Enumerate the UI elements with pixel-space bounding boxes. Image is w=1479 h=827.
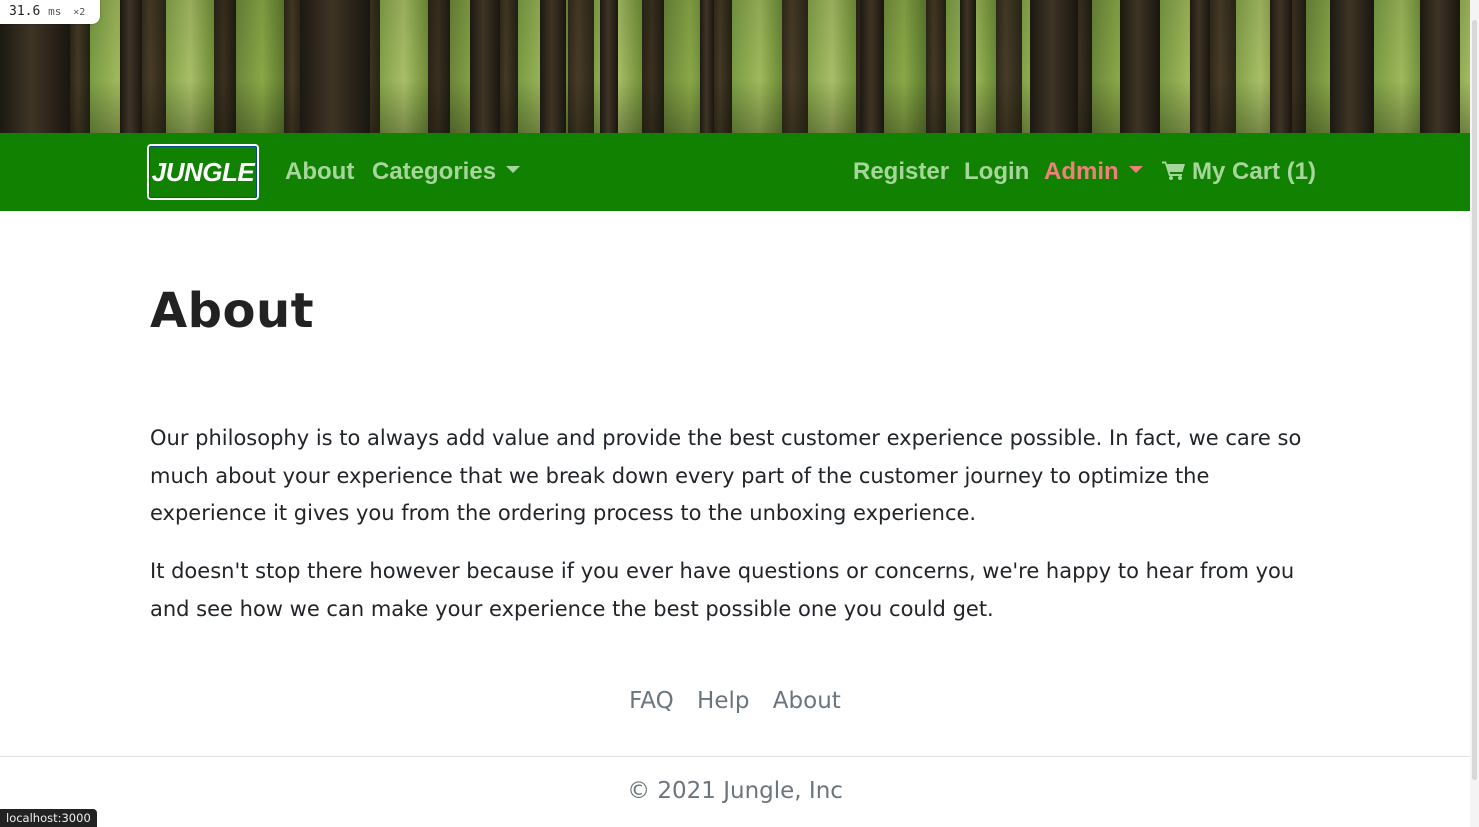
about-paragraph-1: Our philosophy is to always add value an… — [150, 426, 1302, 525]
status-bar-url: localhost:3000 — [0, 809, 97, 827]
nav-admin-dropdown[interactable]: Admin — [1044, 155, 1143, 189]
forest-banner-image — [0, 0, 1470, 133]
nav-categories-dropdown[interactable]: Categories — [372, 155, 521, 189]
nav-cart-label: My Cart (1) — [1192, 158, 1317, 185]
page: 31.6 ms ×2 JUNGLE About Categories Regis… — [0, 0, 1479, 827]
scrollbar-thumb[interactable] — [1472, 20, 1477, 780]
perf-value: 31.6 — [9, 4, 41, 19]
perf-multiplier: ×2 — [73, 7, 86, 18]
performance-overlay: 31.6 ms ×2 — [0, 0, 100, 24]
nav-categories-label: Categories — [372, 158, 497, 185]
nav-about-link[interactable]: About — [285, 155, 354, 189]
footer-divider — [0, 756, 1470, 757]
top-navbar: JUNGLE About Categories Register Login A… — [0, 133, 1470, 211]
nav-admin-label: Admin — [1044, 158, 1119, 185]
footer-faq-link[interactable]: FAQ — [629, 688, 674, 714]
about-paragraph-2: It doesn't stop there however because if… — [150, 559, 1295, 621]
footer-help-link[interactable]: Help — [697, 688, 749, 714]
footer-links: FAQ Help About — [0, 688, 1470, 714]
nav-login-link[interactable]: Login — [964, 155, 1029, 189]
nav-cart-link[interactable]: My Cart (1) — [1162, 155, 1316, 189]
page-scrollbar[interactable] — [1470, 0, 1479, 827]
perf-unit: ms — [48, 5, 62, 18]
page-title: About — [150, 283, 315, 339]
nav-register-link[interactable]: Register — [853, 155, 949, 189]
shopping-cart-icon — [1162, 161, 1185, 180]
footer-about-link[interactable]: About — [773, 688, 841, 714]
caret-down-icon — [506, 166, 521, 174]
brand-logo[interactable]: JUNGLE — [147, 144, 259, 200]
caret-down-icon — [1128, 166, 1143, 174]
footer-copyright: © 2021 Jungle, Inc — [627, 778, 843, 804]
